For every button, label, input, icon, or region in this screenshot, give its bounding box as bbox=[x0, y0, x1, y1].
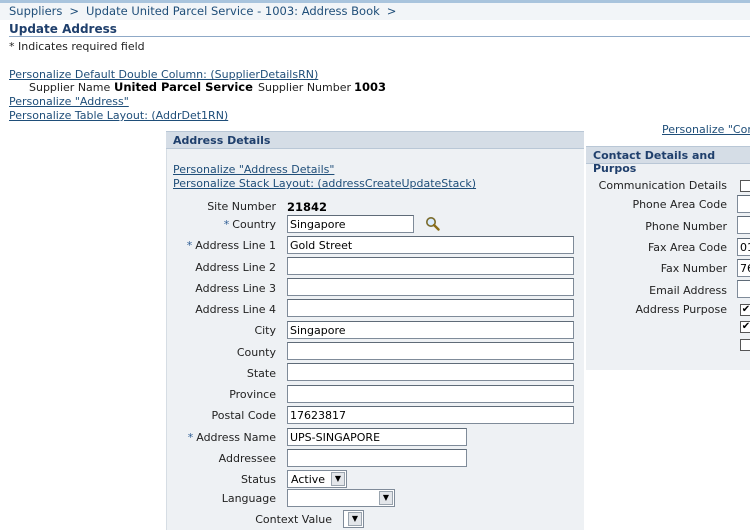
address-line-1-label: * Address Line 1 bbox=[186, 239, 276, 252]
country-input[interactable]: Singapore bbox=[287, 215, 414, 233]
site-number-label: Site Number bbox=[207, 200, 276, 213]
address-line-2-input[interactable] bbox=[287, 257, 574, 275]
country-label: * Country bbox=[223, 218, 276, 231]
required-star: * bbox=[223, 218, 230, 231]
address-line-2-label: Address Line 2 bbox=[195, 261, 276, 274]
phone-number-label: Phone Number bbox=[645, 220, 727, 233]
address-name-input[interactable]: UPS-SINGAPORE bbox=[287, 428, 467, 446]
context-value-select[interactable]: ▼ bbox=[343, 510, 364, 528]
supplier-name-label: Supplier Name bbox=[29, 81, 111, 94]
dropdown-arrow-icon[interactable]: ▼ bbox=[379, 491, 393, 505]
breadcrumb-separator: > bbox=[386, 4, 397, 18]
contact-details-header: Contact Details and Purpos bbox=[586, 146, 750, 175]
page-title: Update Address bbox=[9, 22, 117, 36]
address-purpose-checkbox-1[interactable]: ✔ bbox=[740, 304, 750, 316]
postal-code-input[interactable]: 17623817 bbox=[287, 406, 574, 424]
state-input[interactable] bbox=[287, 363, 574, 381]
county-label: County bbox=[236, 346, 276, 359]
address-line-4-label: Address Line 4 bbox=[195, 303, 276, 316]
email-address-label: Email Address bbox=[649, 284, 727, 297]
address-details-header: Address Details bbox=[166, 131, 584, 149]
communication-details-label: Communication Details bbox=[598, 179, 727, 192]
personalize-address-link[interactable]: Personalize "Address" bbox=[9, 95, 129, 108]
site-number-value: 21842 bbox=[287, 200, 328, 214]
supplier-number-value: 1003 bbox=[354, 80, 387, 94]
personalize-contact-link[interactable]: Personalize "Cont bbox=[662, 123, 750, 136]
breadcrumb-suppliers[interactable]: Suppliers bbox=[9, 4, 62, 18]
address-line-3-label: Address Line 3 bbox=[195, 282, 276, 295]
address-purpose-label: Address Purpose bbox=[635, 303, 727, 316]
addressee-label: Addressee bbox=[218, 452, 276, 465]
status-label: Status bbox=[240, 473, 276, 486]
status-select[interactable]: Active ▼ bbox=[287, 470, 347, 488]
fax-number-input[interactable]: 76 bbox=[737, 259, 750, 277]
fax-number-label: Fax Number bbox=[660, 262, 727, 275]
dropdown-arrow-icon[interactable]: ▼ bbox=[348, 512, 362, 526]
phone-number-input[interactable] bbox=[737, 216, 750, 234]
address-name-label: * Address Name bbox=[187, 431, 276, 444]
postal-code-label: Postal Code bbox=[211, 409, 276, 422]
check-mark-icon: ✔ bbox=[741, 304, 750, 315]
fax-area-code-label: Fax Area Code bbox=[647, 241, 727, 254]
language-label: Language bbox=[221, 492, 276, 505]
address-purpose-checkbox-2[interactable]: ✔ bbox=[740, 321, 750, 333]
address-line-3-input[interactable] bbox=[287, 278, 574, 296]
supplier-number-label: Supplier Number bbox=[258, 81, 352, 94]
supplier-name-value: United Parcel Service bbox=[114, 80, 253, 94]
breadcrumb: Suppliers > Update United Parcel Service -… bbox=[0, 3, 750, 20]
address-line-4-input[interactable] bbox=[287, 299, 574, 317]
fax-area-code-input[interactable]: 01 bbox=[737, 238, 750, 256]
breadcrumb-separator: > bbox=[69, 4, 80, 18]
status-selected-value: Active bbox=[291, 473, 326, 486]
required-field-note: * Indicates required field bbox=[9, 40, 145, 53]
addressee-input[interactable] bbox=[287, 449, 467, 467]
communication-details-checkbox[interactable] bbox=[740, 180, 750, 192]
language-select[interactable]: ▼ bbox=[287, 489, 395, 507]
magnifier-icon[interactable] bbox=[425, 216, 440, 231]
address-purpose-checkbox-3[interactable] bbox=[740, 339, 750, 351]
context-value-label: Context Value bbox=[255, 513, 332, 526]
required-star: * bbox=[187, 431, 194, 444]
city-input[interactable]: Singapore bbox=[287, 321, 574, 339]
province-input[interactable] bbox=[287, 385, 574, 403]
state-label: State bbox=[246, 367, 276, 380]
province-label: Province bbox=[229, 388, 276, 401]
phone-area-code-label: Phone Area Code bbox=[632, 198, 727, 211]
city-label: City bbox=[254, 324, 276, 337]
phone-area-code-input[interactable] bbox=[737, 195, 750, 213]
county-input[interactable] bbox=[287, 342, 574, 360]
title-divider bbox=[9, 36, 750, 37]
personalize-table-layout-link[interactable]: Personalize Table Layout: (AddrDet1RN) bbox=[9, 109, 228, 122]
personalize-address-details-link[interactable]: Personalize "Address Details" bbox=[173, 163, 334, 176]
dropdown-arrow-icon[interactable]: ▼ bbox=[331, 472, 345, 486]
check-mark-icon: ✔ bbox=[741, 321, 750, 332]
address-line-1-input[interactable]: Gold Street bbox=[287, 236, 574, 254]
personalize-stack-layout-link[interactable]: Personalize Stack Layout: (addressCreate… bbox=[173, 177, 476, 190]
breadcrumb-update-supplier[interactable]: Update United Parcel Service - 1003: Add… bbox=[86, 4, 380, 18]
required-star: * bbox=[186, 239, 193, 252]
email-address-input[interactable] bbox=[737, 280, 750, 298]
